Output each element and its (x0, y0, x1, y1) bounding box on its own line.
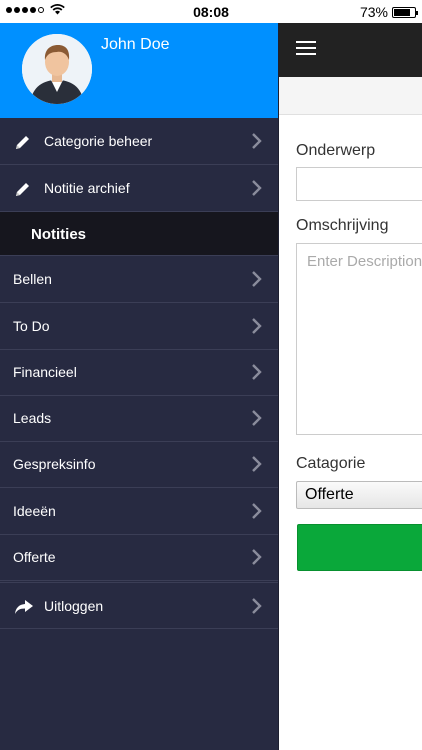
chevron-right-icon (252, 271, 262, 287)
menu-item-label: Gespreksinfo (13, 456, 96, 472)
menu-item-label: Uitloggen (44, 598, 104, 614)
app-screen: 08:08 73% Onderwerp Omschrijving Enter D… (0, 0, 422, 750)
chevron-right-icon (252, 598, 262, 614)
menu-item-to-do[interactable]: To Do (0, 303, 279, 350)
description-textarea[interactable]: Enter Description (296, 243, 422, 435)
menu-item-uitloggen[interactable]: Uitloggen (0, 582, 279, 629)
menu-item-label: Leads (13, 410, 52, 426)
pencil-icon (16, 136, 29, 149)
chevron-right-icon (252, 364, 262, 380)
description-label: Omschrijving (296, 217, 389, 234)
menu-item-leads[interactable]: Leads (0, 395, 279, 442)
submit-button[interactable] (297, 524, 422, 571)
avatar[interactable] (22, 34, 92, 104)
chevron-right-icon (252, 180, 262, 196)
note-form-panel: Onderwerp Omschrijving Enter Description… (279, 23, 422, 750)
section-title: Notities (31, 226, 87, 243)
chevron-right-icon (252, 503, 262, 519)
menu-item-label: Notitie archief (44, 180, 130, 196)
category-select[interactable]: Offerte (296, 481, 422, 509)
avatar-photo (22, 34, 92, 104)
menu-item-label: Financieel (13, 364, 77, 380)
menu-item-categorie-beheer[interactable]: Categorie beheer (0, 118, 279, 165)
pencil-icon (16, 183, 29, 196)
profile-header: John Doe (0, 23, 279, 118)
menu-item-bellen[interactable]: Bellen (0, 256, 279, 303)
menu-item-label: Categorie beheer (44, 133, 153, 149)
chevron-right-icon (252, 410, 262, 426)
menu-item-gespreksinfo[interactable]: Gespreksinfo (0, 441, 279, 488)
menu-item-label: Ideeën (13, 503, 56, 519)
chevron-right-icon (252, 549, 262, 565)
subject-label: Onderwerp (296, 142, 376, 159)
menu-item-label: To Do (13, 318, 50, 334)
subject-input[interactable] (296, 167, 422, 201)
status-time: 08:08 (193, 4, 229, 20)
hamburger-menu-icon[interactable] (296, 41, 316, 57)
share-arrow-icon (15, 600, 33, 614)
section-header-notities: Notities (0, 212, 279, 256)
status-bar: 08:08 73% (0, 0, 422, 23)
navigation-drawer: John Doe Categorie beheer Notitie archie… (0, 23, 279, 750)
menu-item-label: Offerte (13, 549, 56, 565)
menu-item-offerte[interactable]: Offerte (0, 534, 279, 581)
battery-icon (392, 6, 418, 18)
app-top-bar (279, 23, 422, 77)
menu-item-ideeen[interactable]: Ideeën (0, 488, 279, 535)
menu-item-label: Bellen (13, 271, 52, 287)
menu-item-financieel[interactable]: Financieel (0, 349, 279, 396)
status-battery-group: 73% (359, 4, 418, 20)
user-name: John Doe (101, 36, 170, 53)
chevron-right-icon (252, 456, 262, 472)
battery-percentage: 73% (359, 4, 388, 20)
chevron-right-icon (252, 318, 262, 334)
category-label: Catagorie (296, 455, 366, 472)
menu-item-notitie-archief[interactable]: Notitie archief (0, 165, 279, 212)
chevron-right-icon (252, 133, 262, 149)
drawer-edge (278, 23, 279, 750)
sub-header-bar (279, 77, 422, 115)
